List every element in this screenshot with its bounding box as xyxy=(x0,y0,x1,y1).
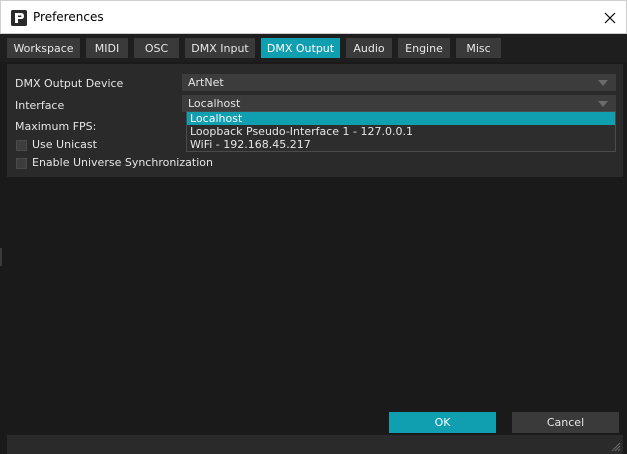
interface-label: Interface xyxy=(15,99,65,112)
dropdown-option[interactable]: WiFi - 192.168.45.217 xyxy=(187,138,615,151)
dmx-output-device-label: DMX Output Device xyxy=(15,77,124,90)
dropdown-option[interactable]: Localhost xyxy=(187,112,615,125)
resize-grip-icon[interactable] xyxy=(609,440,621,452)
status-bar xyxy=(7,435,623,454)
tab-workspace[interactable]: Workspace xyxy=(7,38,80,58)
window-edge xyxy=(0,248,2,266)
tab-midi[interactable]: MIDI xyxy=(86,38,128,58)
interface-value: Localhost xyxy=(188,97,241,110)
tab-dmx-output[interactable]: DMX Output xyxy=(261,38,340,58)
tab-engine[interactable]: Engine xyxy=(398,38,450,58)
dmx-output-device-select[interactable]: ArtNet xyxy=(182,74,616,91)
tab-osc[interactable]: OSC xyxy=(134,38,179,58)
cancel-button[interactable]: Cancel xyxy=(512,412,619,433)
tab-bar: Workspace MIDI OSC DMX Input DMX Output … xyxy=(0,34,627,62)
universe-sync-label: Enable Universe Synchronization xyxy=(32,156,213,169)
use-unicast-label: Use Unicast xyxy=(32,138,97,151)
ok-button[interactable]: OK xyxy=(389,412,496,433)
dmx-output-device-value: ArtNet xyxy=(188,76,224,89)
use-unicast-checkbox[interactable] xyxy=(16,140,27,151)
close-button[interactable] xyxy=(594,1,626,34)
chevron-down-icon xyxy=(598,101,608,107)
dropdown-option[interactable]: Loopback Pseudo-Interface 1 - 127.0.0.1 xyxy=(187,125,615,138)
title-bar: Preferences xyxy=(0,0,627,34)
tab-misc[interactable]: Misc xyxy=(456,38,501,58)
interface-dropdown-list: Localhost Loopback Pseudo-Interface 1 - … xyxy=(186,111,616,152)
tab-audio[interactable]: Audio xyxy=(346,38,392,58)
app-logo-icon xyxy=(11,10,27,26)
close-icon[interactable] xyxy=(604,12,616,24)
universe-sync-checkbox[interactable] xyxy=(16,158,27,169)
tab-dmx-input[interactable]: DMX Input xyxy=(185,38,255,58)
window-title: Preferences xyxy=(33,10,104,24)
max-fps-label: Maximum FPS: xyxy=(15,120,97,133)
interface-select[interactable]: Localhost xyxy=(182,95,616,112)
chevron-down-icon xyxy=(598,80,608,86)
